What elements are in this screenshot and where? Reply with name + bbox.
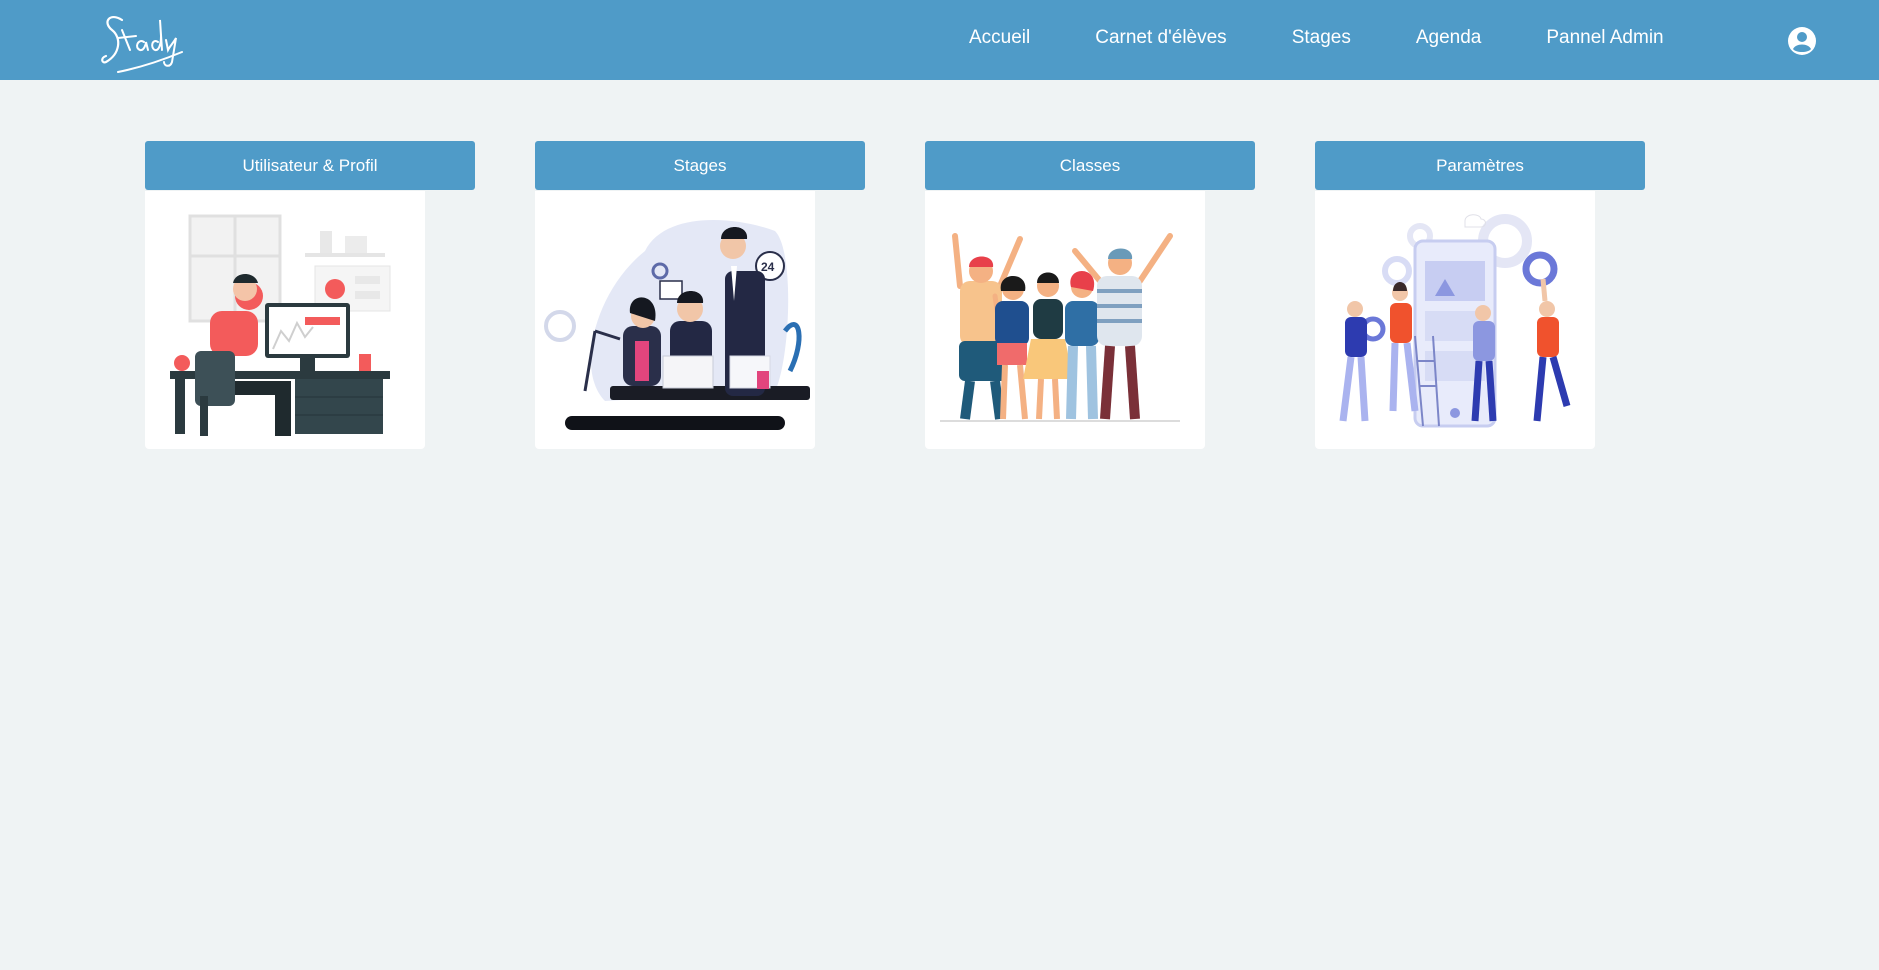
nav-stages[interactable]: Stages — [1292, 27, 1351, 49]
nav-pannel-admin[interactable]: Pannel Admin — [1546, 27, 1663, 49]
card-parametres: Paramètres — [1315, 141, 1645, 449]
user-circle-icon[interactable] — [1787, 26, 1817, 56]
card-header-utilisateur-profil[interactable]: Utilisateur & Profil — [145, 141, 475, 190]
office-team-illustration[interactable]: 24 — [535, 191, 815, 449]
card-header-parametres[interactable]: Paramètres — [1315, 141, 1645, 190]
cheering-group-illustration[interactable] — [925, 191, 1205, 449]
card-classes: Classes — [925, 141, 1255, 449]
top-navbar: Accueil Carnet d'élèves Stages Agenda Pa… — [0, 0, 1879, 80]
stady-logo[interactable] — [98, 6, 188, 78]
card-header-classes[interactable]: Classes — [925, 141, 1255, 190]
card-stages: Stages 24 — [535, 141, 865, 449]
main-nav: Accueil Carnet d'élèves Stages Agenda Pa… — [969, 0, 1664, 80]
nav-accueil[interactable]: Accueil — [969, 27, 1030, 49]
card-header-stages[interactable]: Stages — [535, 141, 865, 190]
person-at-desk-illustration[interactable] — [145, 191, 425, 449]
svg-text:24: 24 — [761, 260, 775, 274]
card-utilisateur-profil: Utilisateur & Profil — [145, 141, 475, 449]
nav-carnet-eleves[interactable]: Carnet d'élèves — [1095, 27, 1226, 49]
people-with-gears-illustration[interactable] — [1315, 191, 1595, 449]
nav-agenda[interactable]: Agenda — [1416, 27, 1482, 49]
